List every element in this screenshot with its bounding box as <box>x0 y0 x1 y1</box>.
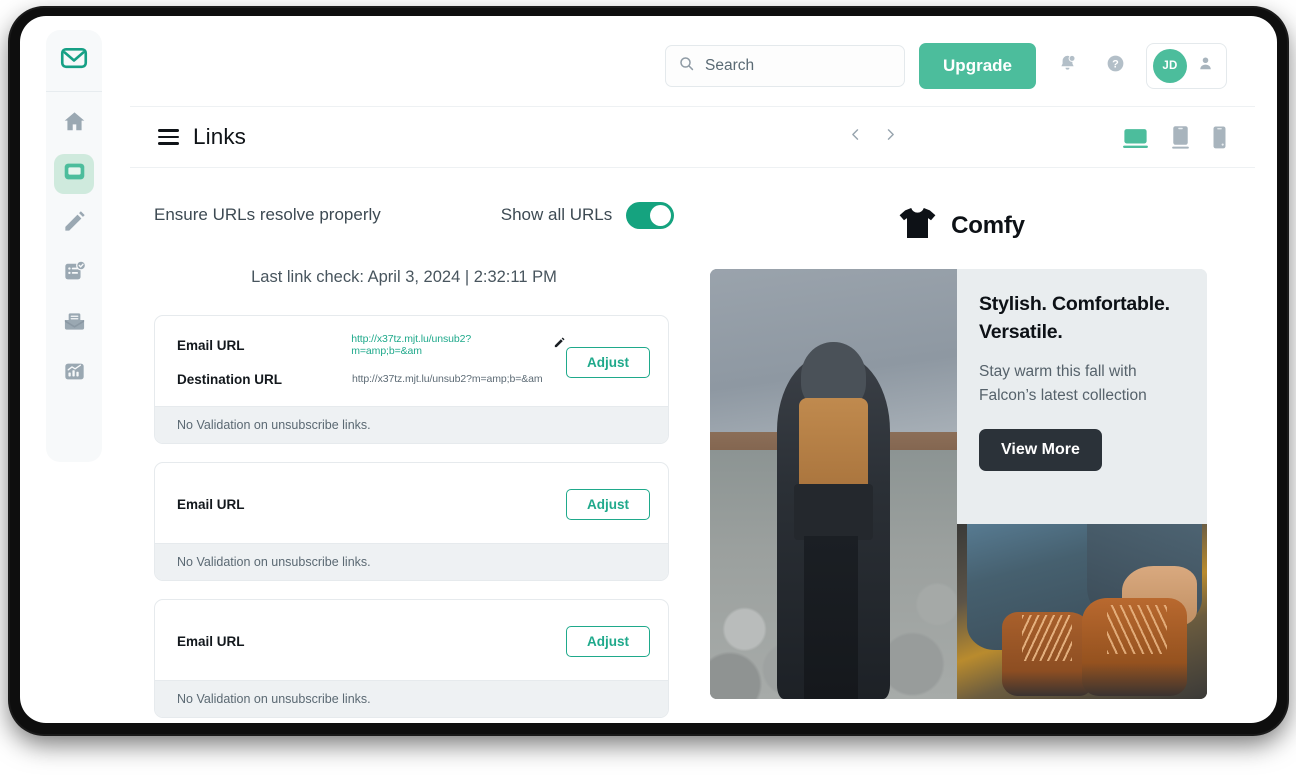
device-preview-toggles <box>1122 125 1227 150</box>
hamburger-icon[interactable] <box>158 129 179 145</box>
url-row-group: Email URL http://x37tz.mjt.lu/unsub2?m=a… <box>177 332 566 392</box>
email-copy-block: Stylish. Comfortable. Versatile. Stay wa… <box>957 269 1207 524</box>
bell-icon <box>1057 53 1078 79</box>
url-value-link[interactable]: http://x37tz.mjt.lu/unsub2?m=amp;b=&am <box>351 333 541 357</box>
hiker-with-backpack-photo <box>710 269 957 699</box>
url-card-footnote: No Validation on unsubscribe links. <box>155 406 668 443</box>
page-header: Links <box>130 106 1255 168</box>
url-row-group: Email URL <box>177 491 566 517</box>
help-button[interactable]: ? <box>1098 49 1132 83</box>
person-icon <box>1197 54 1214 78</box>
pencil-icon <box>62 209 87 239</box>
toggle-knob <box>650 204 672 226</box>
sidebar-item-analytics[interactable] <box>54 354 94 394</box>
url-row-group: Email URL <box>177 628 566 654</box>
url-key-label: Email URL <box>177 337 245 353</box>
chevron-right-icon[interactable] <box>883 125 898 149</box>
url-card-body: Email URL Adjust <box>155 600 668 680</box>
url-value: http://x37tz.mjt.lu/unsub2?m=amp;b=&am <box>352 373 543 385</box>
url-key-label: Email URL <box>177 496 245 512</box>
email-preview-card: Stylish. Comfortable. Versatile. Stay wa… <box>710 269 1207 699</box>
edit-pencil-icon[interactable] <box>553 336 566 354</box>
url-card-body: Email URL Adjust <box>155 463 668 543</box>
show-all-urls-toggle[interactable] <box>626 201 675 229</box>
search-icon <box>678 55 695 77</box>
url-key-label: Destination URL <box>177 371 283 387</box>
url-card: Email URL Adjust No Validation on unsubs… <box>154 462 669 581</box>
pager <box>848 125 898 149</box>
adjust-button[interactable]: Adjust <box>566 488 650 520</box>
url-row: Destination URL http://x37tz.mjt.lu/unsu… <box>177 366 566 392</box>
lacing-brown-boots-photo <box>957 524 1207 699</box>
url-card: Email URL http://x37tz.mjt.lu/unsub2?m=a… <box>154 315 669 444</box>
sidebar-item-home[interactable] <box>54 104 94 144</box>
app-logo[interactable] <box>46 30 102 92</box>
tablet-icon[interactable] <box>1171 125 1190 150</box>
bar-chart-icon <box>62 359 87 389</box>
question-circle-icon: ? <box>1105 53 1126 79</box>
sidebar-item-inbox[interactable] <box>54 304 94 344</box>
desktop-icon[interactable] <box>1122 127 1149 150</box>
url-row: Email URL <box>177 628 566 654</box>
mail-logo-icon <box>59 43 89 78</box>
device-screen: Upgrade ? JD <box>20 16 1277 723</box>
url-card-list: Email URL http://x37tz.mjt.lu/unsub2?m=a… <box>154 315 669 718</box>
upgrade-button[interactable]: Upgrade <box>919 43 1036 89</box>
sidebar-item-checklist[interactable] <box>54 254 94 294</box>
svg-text:?: ? <box>1112 59 1119 71</box>
view-more-button[interactable]: View More <box>979 429 1102 472</box>
search-input[interactable] <box>705 57 893 75</box>
avatar: JD <box>1153 49 1187 83</box>
inbox-envelope-icon <box>62 309 87 339</box>
top-bar: Upgrade ? JD <box>130 30 1255 102</box>
show-all-urls-group: Show all URLs <box>500 201 675 229</box>
adjust-button[interactable]: Adjust <box>566 346 650 378</box>
email-preview-panel: Comfy Stylish. Comfortable. Versatile. S… <box>710 206 1230 699</box>
mobile-icon[interactable] <box>1212 125 1227 150</box>
url-card: Email URL Adjust No Validation on unsubs… <box>154 599 669 718</box>
url-key-label: Email URL <box>177 633 245 649</box>
brand-row: Comfy <box>710 206 1230 245</box>
url-row: Email URL <box>177 491 566 517</box>
sidebar <box>46 30 102 462</box>
ensure-row: Ensure URLs resolve properly Show all UR… <box>154 198 690 232</box>
page-title: Links <box>193 124 247 149</box>
sidebar-item-campaigns[interactable] <box>54 154 94 194</box>
url-card-body: Email URL http://x37tz.mjt.lu/unsub2?m=a… <box>155 316 668 406</box>
search-box[interactable] <box>665 45 906 87</box>
url-card-footnote: No Validation on unsubscribe links. <box>155 543 668 580</box>
checklist-check-icon <box>62 259 87 289</box>
url-card-footnote: No Validation on unsubscribe links. <box>155 680 668 717</box>
links-panel: Ensure URLs resolve properly Show all UR… <box>130 168 690 723</box>
sidebar-item-list <box>46 92 102 394</box>
last-link-check-text: Last link check: April 3, 2024 | 2:32:11… <box>251 268 557 286</box>
tshirt-icon <box>897 206 937 245</box>
url-row: Email URL http://x37tz.mjt.lu/unsub2?m=a… <box>177 332 566 358</box>
show-all-urls-label: Show all URLs <box>500 205 613 224</box>
adjust-button[interactable]: Adjust <box>566 625 650 657</box>
email-subcopy: Stay warm this fall with Falcon’s latest… <box>979 363 1147 404</box>
email-headline: Stylish. Comfortable. Versatile. <box>979 293 1170 343</box>
ensure-urls-label: Ensure URLs resolve properly <box>154 205 381 224</box>
brand-name: Comfy <box>951 211 1025 239</box>
display-screen-icon <box>62 159 87 189</box>
sidebar-item-compose[interactable] <box>54 204 94 244</box>
notifications-button[interactable] <box>1050 49 1084 83</box>
chevron-left-icon[interactable] <box>848 125 863 149</box>
home-icon <box>62 109 87 139</box>
account-chip[interactable]: JD <box>1146 43 1227 89</box>
